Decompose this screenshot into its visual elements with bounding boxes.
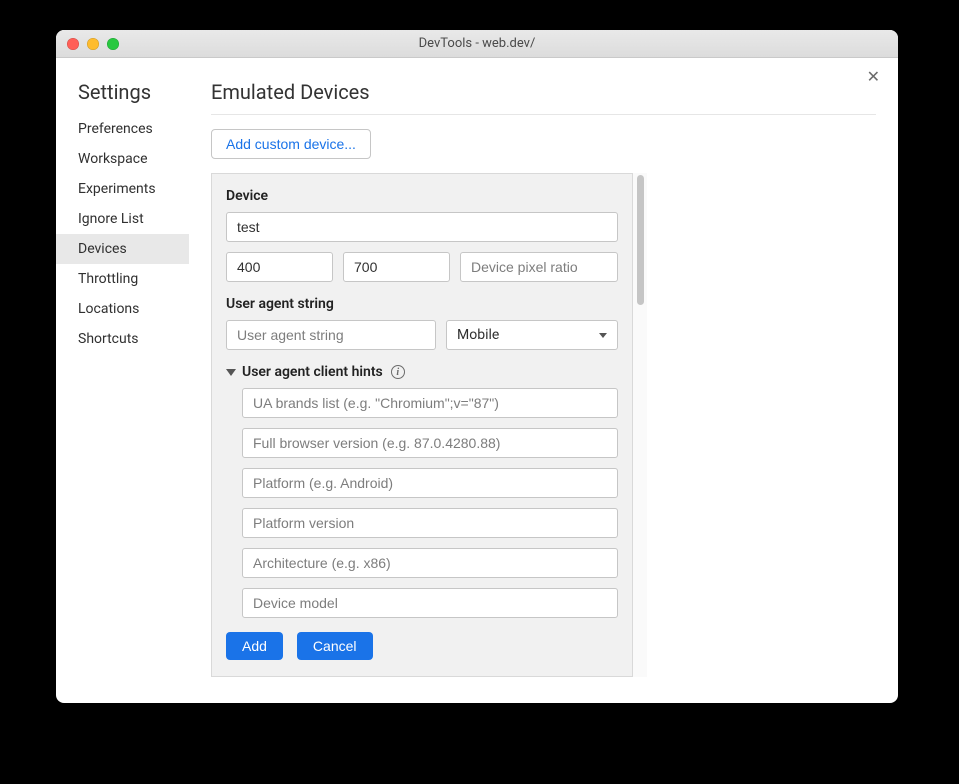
sidebar-item-workspace[interactable]: Workspace	[56, 144, 189, 174]
settings-body: ✕ Settings Preferences Workspace Experim…	[56, 58, 898, 703]
ua-client-hints-label: User agent client hints	[242, 364, 383, 380]
ua-architecture-input[interactable]	[242, 548, 618, 578]
divider	[211, 114, 876, 115]
ua-platform-input[interactable]	[242, 468, 618, 498]
titlebar: DevTools - web.dev/	[56, 30, 898, 58]
ua-client-hints-group	[226, 388, 618, 628]
device-editor-panel: Device User agent string Mobile	[211, 173, 633, 677]
zoom-window-icon[interactable]	[107, 38, 119, 50]
sidebar-item-shortcuts[interactable]: Shortcuts	[56, 324, 189, 354]
sidebar-item-experiments[interactable]: Experiments	[56, 174, 189, 204]
add-custom-device-button[interactable]: Add custom device...	[211, 129, 371, 159]
sidebar-item-throttling[interactable]: Throttling	[56, 264, 189, 294]
device-pixel-ratio-input[interactable]	[460, 252, 618, 282]
close-window-icon[interactable]	[67, 38, 79, 50]
add-button[interactable]: Add	[226, 632, 283, 660]
scrollbar-thumb[interactable]	[637, 175, 644, 305]
cancel-button[interactable]: Cancel	[297, 632, 373, 660]
user-agent-type-value: Mobile	[457, 327, 499, 343]
traffic-lights	[67, 38, 119, 50]
close-settings-button[interactable]: ✕	[867, 70, 880, 86]
sidebar-item-preferences[interactable]: Preferences	[56, 114, 189, 144]
device-editor-container: Device User agent string Mobile	[211, 173, 876, 677]
ua-client-hints-expander[interactable]: User agent client hints i	[226, 364, 618, 380]
devtools-window: DevTools - web.dev/ ✕ Settings Preferenc…	[56, 30, 898, 703]
minimize-window-icon[interactable]	[87, 38, 99, 50]
sidebar-item-devices[interactable]: Devices	[56, 234, 189, 264]
info-icon[interactable]: i	[391, 365, 405, 379]
device-name-input[interactable]	[226, 212, 618, 242]
device-section-label: Device	[226, 188, 618, 204]
ua-full-version-input[interactable]	[242, 428, 618, 458]
window-title: DevTools - web.dev/	[56, 36, 898, 51]
sidebar-item-ignore-list[interactable]: Ignore List	[56, 204, 189, 234]
settings-sidebar: Settings Preferences Workspace Experimen…	[56, 58, 189, 703]
scrollbar-track[interactable]	[633, 173, 647, 677]
sidebar-item-locations[interactable]: Locations	[56, 294, 189, 324]
user-agent-input[interactable]	[226, 320, 436, 350]
ua-device-model-input[interactable]	[242, 588, 618, 618]
page-title: Emulated Devices	[211, 80, 876, 114]
actions-row: Add Cancel	[226, 632, 618, 660]
sidebar-title: Settings	[56, 80, 189, 114]
device-width-input[interactable]	[226, 252, 333, 282]
caret-down-icon	[599, 333, 607, 338]
ua-section-label: User agent string	[226, 296, 618, 312]
ua-platform-version-input[interactable]	[242, 508, 618, 538]
disclosure-triangle-icon	[226, 369, 236, 376]
ua-brands-input[interactable]	[242, 388, 618, 418]
device-height-input[interactable]	[343, 252, 450, 282]
settings-main: Emulated Devices Add custom device... De…	[189, 58, 898, 703]
user-agent-type-select[interactable]: Mobile	[446, 320, 618, 350]
